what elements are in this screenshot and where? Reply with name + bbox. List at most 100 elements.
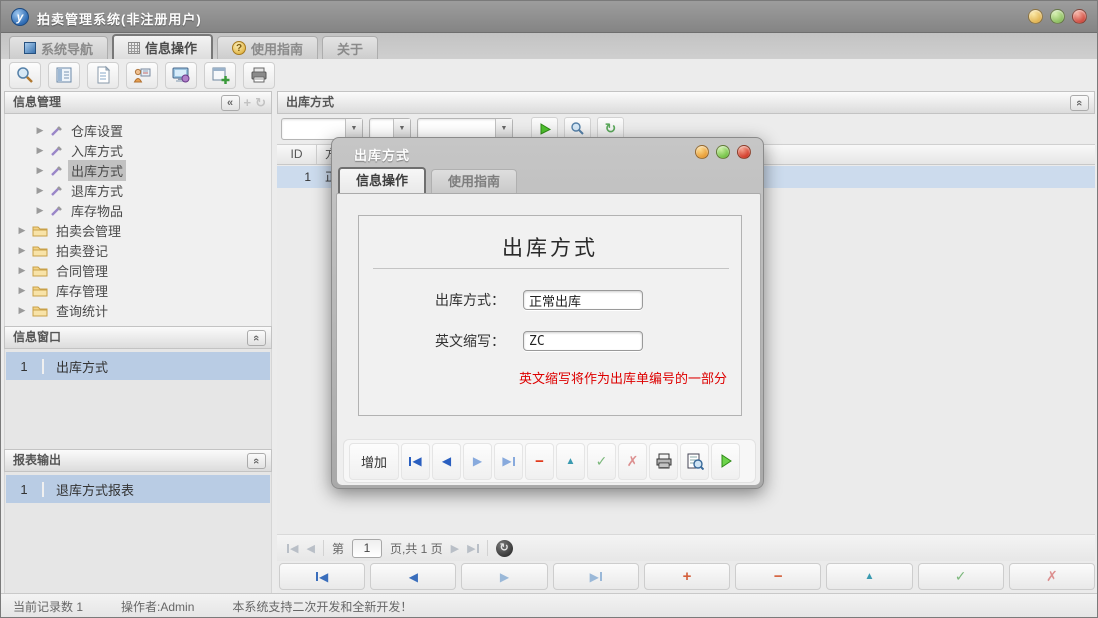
form-list-button[interactable] xyxy=(48,62,80,89)
dialog-minimize-button[interactable] xyxy=(695,145,709,159)
tab-about[interactable]: 关于 xyxy=(322,36,378,59)
maximize-button[interactable] xyxy=(1050,9,1065,24)
print-preview-button[interactable] xyxy=(680,443,709,480)
dialog-maximize-button[interactable] xyxy=(716,145,730,159)
document-button[interactable] xyxy=(87,62,119,89)
refresh-icon[interactable] xyxy=(255,95,266,111)
tree-item-inbound-method[interactable]: 入库方式 xyxy=(5,140,271,160)
main-tab-strip: 系统导航 信息操作 使用指南 关于 xyxy=(1,33,1097,59)
tab-user-guide[interactable]: 使用指南 xyxy=(217,36,318,59)
printer-button[interactable] xyxy=(243,62,275,89)
outbound-method-form: 出库方式 出库方式： 英文缩写： 英文缩写将作为出库单编号的一部分 xyxy=(358,215,742,416)
nav-first-button[interactable] xyxy=(279,563,365,590)
save-record-button[interactable] xyxy=(918,563,1004,590)
tree-item-outbound-method[interactable]: 出库方式 xyxy=(5,160,271,180)
dialog-tab-user-guide[interactable]: 使用指南 xyxy=(431,169,517,193)
collapse-section-button[interactable] xyxy=(247,453,266,469)
monitor-globe-button[interactable] xyxy=(165,62,197,89)
dialog-tab-info-operation[interactable]: 信息操作 xyxy=(338,167,426,193)
chevron-down-icon[interactable] xyxy=(495,119,512,139)
expander-icon[interactable] xyxy=(17,245,27,256)
dialog-title-bar[interactable]: 出库方式 xyxy=(332,138,763,167)
expander-icon[interactable] xyxy=(35,205,45,216)
expander-icon[interactable] xyxy=(35,185,45,196)
close-button[interactable] xyxy=(1072,9,1087,24)
combo-value xyxy=(370,119,393,139)
printer-icon xyxy=(655,452,673,470)
info-window-row[interactable]: 1 出库方式 xyxy=(6,352,270,380)
expander-icon[interactable] xyxy=(35,165,45,176)
tree-folder-auction-registration[interactable]: 拍卖登记 xyxy=(5,240,271,260)
check-icon xyxy=(955,568,967,585)
tree-item-label: 合同管理 xyxy=(53,260,111,281)
edit-record-button[interactable] xyxy=(826,563,912,590)
expander-icon[interactable] xyxy=(17,225,27,236)
method-input[interactable] xyxy=(523,290,643,310)
chevron-down-icon[interactable] xyxy=(345,119,362,139)
next-page-button[interactable] xyxy=(451,542,459,555)
next-record-button[interactable] xyxy=(463,443,492,480)
print-button[interactable] xyxy=(649,443,678,480)
search-button[interactable] xyxy=(9,62,41,89)
expander-icon[interactable] xyxy=(17,265,27,276)
tree-folder-query-statistics[interactable]: 查询统计 xyxy=(5,300,271,320)
window-add-button[interactable] xyxy=(204,62,236,89)
cancel-icon xyxy=(1046,568,1058,585)
dialog-close-button[interactable] xyxy=(737,145,751,159)
minimize-button[interactable] xyxy=(1028,9,1043,24)
tab-info-operation[interactable]: 信息操作 xyxy=(112,34,213,59)
tree-folder-inventory-mgmt[interactable]: 库存管理 xyxy=(5,280,271,300)
first-page-button[interactable] xyxy=(287,542,298,555)
expander-icon[interactable] xyxy=(35,145,45,156)
nav-last-button[interactable] xyxy=(553,563,639,590)
chevron-down-icon[interactable] xyxy=(393,119,410,139)
last-record-button[interactable] xyxy=(494,443,523,480)
nav-prev-button[interactable] xyxy=(370,563,456,590)
expander-icon[interactable] xyxy=(17,285,27,296)
add-record-button[interactable] xyxy=(644,563,730,590)
grid-col-id[interactable]: ID xyxy=(277,145,317,164)
tree-folder-auction-mgmt[interactable]: 拍卖会管理 xyxy=(5,220,271,240)
collapse-section-button[interactable] xyxy=(247,330,266,346)
delete-record-button[interactable] xyxy=(735,563,821,590)
row-label: 出库方式 xyxy=(44,357,108,376)
tree-item-inventory-items[interactable]: 库存物品 xyxy=(5,200,271,220)
tab-system-navigation[interactable]: 系统导航 xyxy=(9,36,108,59)
page-number-input[interactable] xyxy=(352,539,382,558)
execute-button[interactable] xyxy=(711,443,740,480)
cancel-button[interactable] xyxy=(618,443,647,480)
cancel-icon xyxy=(627,453,639,470)
delete-button[interactable] xyxy=(525,443,554,480)
cancel-record-button[interactable] xyxy=(1009,563,1095,590)
document-icon xyxy=(93,65,113,85)
expander-icon[interactable] xyxy=(17,305,27,316)
row-label: 退库方式报表 xyxy=(44,480,134,499)
abbr-input[interactable] xyxy=(523,331,643,351)
prev-record-button[interactable] xyxy=(432,443,461,480)
help-icon xyxy=(232,41,246,55)
nav-next-button[interactable] xyxy=(461,563,547,590)
edit-button[interactable] xyxy=(556,443,585,480)
divider xyxy=(323,540,324,556)
tree-folder-contract-mgmt[interactable]: 合同管理 xyxy=(5,260,271,280)
report-output-row[interactable]: 1 退库方式报表 xyxy=(6,475,270,503)
collapse-sidebar-button[interactable] xyxy=(221,95,240,111)
combo-value xyxy=(418,119,495,139)
form-heading: 出库方式 xyxy=(359,232,741,262)
user-board-button[interactable] xyxy=(126,62,158,89)
tree-item-return-method[interactable]: 退库方式 xyxy=(5,180,271,200)
reload-grid-button[interactable] xyxy=(496,540,513,557)
prev-icon xyxy=(442,454,451,468)
last-page-button[interactable] xyxy=(467,542,478,555)
first-record-button[interactable] xyxy=(401,443,430,480)
prev-page-button[interactable] xyxy=(306,542,314,555)
save-button[interactable] xyxy=(587,443,616,480)
collapse-panel-button[interactable] xyxy=(1070,95,1089,111)
tab-label: 信息操作 xyxy=(145,38,197,57)
add-button[interactable]: 增加 xyxy=(349,443,399,480)
tree-item-warehouse-setup[interactable]: 仓库设置 xyxy=(5,120,271,140)
main-panel-tools xyxy=(1070,95,1089,111)
expander-icon[interactable] xyxy=(35,125,45,136)
info-mgmt-tools xyxy=(221,95,267,111)
add-icon[interactable] xyxy=(244,95,252,111)
